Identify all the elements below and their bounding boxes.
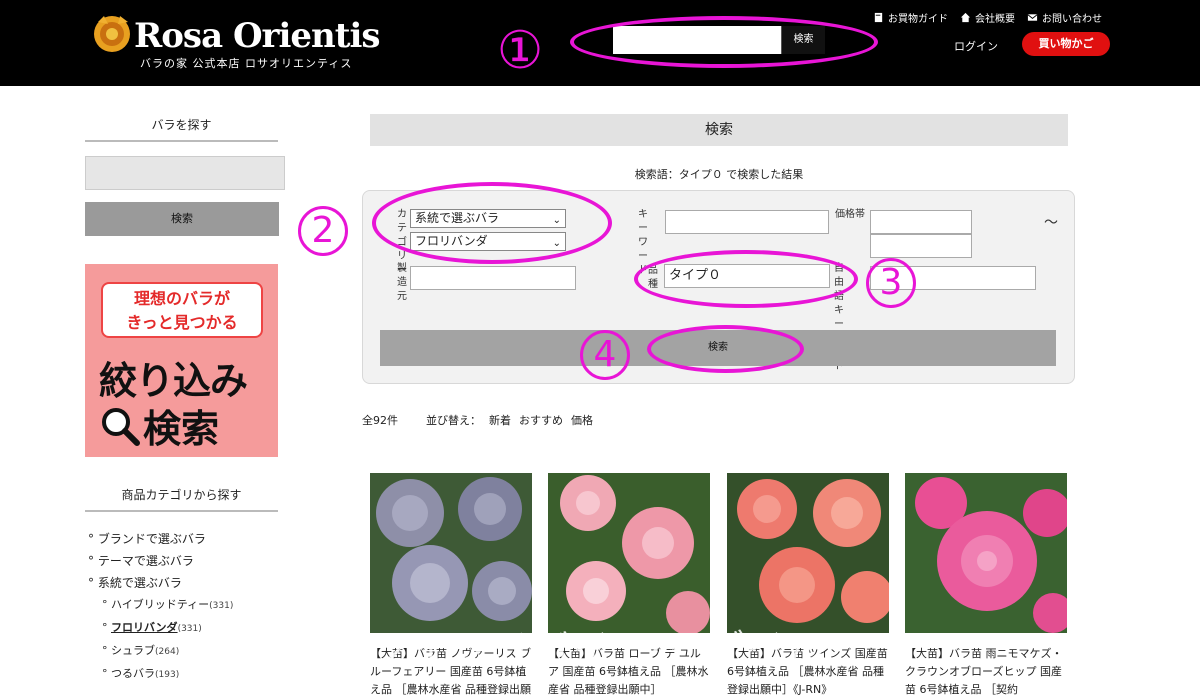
subcategory-count: (331) xyxy=(177,624,202,634)
rose-photo-coral xyxy=(727,473,889,633)
refine-search-banner[interactable]: 理想のバラが きっと見つかる 絞り込み 検索 xyxy=(85,264,278,457)
site-logo[interactable]: Rosa Orientis バラの家 公式本店 ロサオリエンティス xyxy=(90,8,381,72)
subcategory-count: (193) xyxy=(155,670,180,680)
category-label: ブランドで選ぶバラ xyxy=(97,532,206,546)
category-title: 商品カテゴリから探す xyxy=(121,488,242,502)
product-image[interactable] xyxy=(370,473,532,633)
guide-link-label: お買物ガイド xyxy=(888,14,948,25)
subcategory-count: (331) xyxy=(209,601,234,611)
magnifier-icon xyxy=(102,407,140,446)
annotation-number-2: 2 xyxy=(298,206,348,256)
contact-link-label: お問い合わせ xyxy=(1042,14,1102,25)
product-name[interactable]: 【大苗】バラ苗 雨ニモマケズ・クラウンオブローズヒップ 国産苗 6号鉢植え品 ［… xyxy=(905,645,1067,699)
sort-price[interactable]: 価格 xyxy=(571,412,593,428)
category-item[interactable]: ° テーマで選ぶバラ xyxy=(88,550,233,572)
banner-headline: 絞り込み xyxy=(99,359,248,403)
product-card[interactable]: 【大苗】バラ苗 雨ニモマケズ・クラウンオブローズヒップ 国産苗 6号鉢植え品 ［… xyxy=(905,473,1067,699)
sort-options: 並び替え： 新着 おすすめ 価格 xyxy=(426,412,593,428)
sidebar-search-button[interactable]: 検索 xyxy=(85,202,279,236)
subcategory-count: (264) xyxy=(155,647,180,657)
sort-recommended[interactable]: おすすめ xyxy=(519,412,563,428)
sort-newest[interactable]: 新着 xyxy=(489,412,511,428)
rose-photo-pink xyxy=(548,473,710,633)
category-label: 系統で選ぶバラ xyxy=(97,576,182,590)
category-divider xyxy=(85,510,278,512)
price-max-input[interactable] xyxy=(870,234,972,258)
results-toolbar: 全92件 並び替え： 新着 おすすめ 価格 xyxy=(362,412,593,428)
product-image[interactable] xyxy=(905,473,1067,633)
cart-button[interactable]: 買い物かご xyxy=(1022,32,1110,56)
guide-link[interactable]: お買物ガイド xyxy=(873,10,948,25)
annotation-oval-3 xyxy=(634,250,858,308)
home-icon xyxy=(960,12,971,23)
price-label: 価格帯 xyxy=(835,209,865,220)
subcategory-item[interactable]: ° ハイブリッドティー(331) xyxy=(88,594,233,617)
banner-search-word: 検索 xyxy=(143,407,220,451)
login-link[interactable]: ログイン xyxy=(954,38,998,54)
sidebar-search-input[interactable] xyxy=(85,156,285,190)
logo-subtitle: バラの家 公式本店 ロサオリエンティス xyxy=(140,57,353,70)
header-links: お買物ガイド 会社概要 お問い合わせ xyxy=(873,10,1102,25)
annotation-number-1: ① xyxy=(496,21,544,81)
contact-link[interactable]: お問い合わせ xyxy=(1027,10,1102,25)
product-image[interactable] xyxy=(548,473,710,633)
annotation-oval-1 xyxy=(570,16,878,68)
book-icon xyxy=(874,12,883,23)
maker-input[interactable] xyxy=(410,266,576,290)
banner-headline-2: 検索 xyxy=(99,398,219,453)
category-item[interactable]: ° ブランドで選ぶバラ xyxy=(88,528,233,550)
rose-photo-lavender xyxy=(370,473,532,633)
annotation-number-4: 4 xyxy=(580,330,630,380)
banner-tagline: 理想のバラが きっと見つかる xyxy=(101,282,263,338)
watermark-overlay-text: フェンドバイ ラーデイル xyxy=(372,627,827,671)
subcategory-item[interactable]: ° つるバラ(193) xyxy=(88,663,233,686)
rose-emblem-icon xyxy=(94,16,130,52)
subcategory-item[interactable]: ° フロリバンダ(331) xyxy=(88,617,233,640)
annotation-oval-2 xyxy=(372,182,612,264)
mail-icon xyxy=(1027,14,1038,21)
keyword-input[interactable] xyxy=(665,210,829,234)
product-image[interactable] xyxy=(727,473,889,633)
logo-text: Rosa Orientis xyxy=(134,16,381,56)
company-link-label: 会社概要 xyxy=(975,14,1015,25)
page-title: 検索 xyxy=(370,114,1068,146)
price-min-input[interactable] xyxy=(870,210,972,234)
maker-label-vertical: 製造元 xyxy=(397,263,407,302)
search-condition: 検索語：タイプ０ で検索した結果 xyxy=(634,168,804,181)
sort-label: 並び替え： xyxy=(426,414,481,427)
category-item[interactable]: ° 系統で選ぶバラ xyxy=(88,572,233,594)
sidebar-search-title: バラを探す xyxy=(151,118,212,132)
subcategory-label: シュラブ xyxy=(111,644,155,657)
company-link[interactable]: 会社概要 xyxy=(960,10,1015,25)
annotation-oval-4 xyxy=(647,325,804,373)
annotation-number-3: 3 xyxy=(866,258,916,308)
subcategory-label: ハイブリッドティー xyxy=(111,598,210,611)
category-label: テーマで選ぶバラ xyxy=(97,554,194,568)
price-range-separator: ～ xyxy=(1044,215,1058,231)
subcategory-label: つるバラ xyxy=(111,667,155,680)
subcategory-label: フロリバンダ xyxy=(111,621,178,634)
sidebar-divider xyxy=(85,140,278,142)
result-count: 全92件 xyxy=(362,414,398,427)
subcategory-item[interactable]: ° シュラブ(264) xyxy=(88,640,233,663)
rose-photo-magenta xyxy=(905,473,1067,633)
category-list: ° ブランドで選ぶバラ ° テーマで選ぶバラ ° 系統で選ぶバラ ° ハイブリッ… xyxy=(88,528,233,686)
